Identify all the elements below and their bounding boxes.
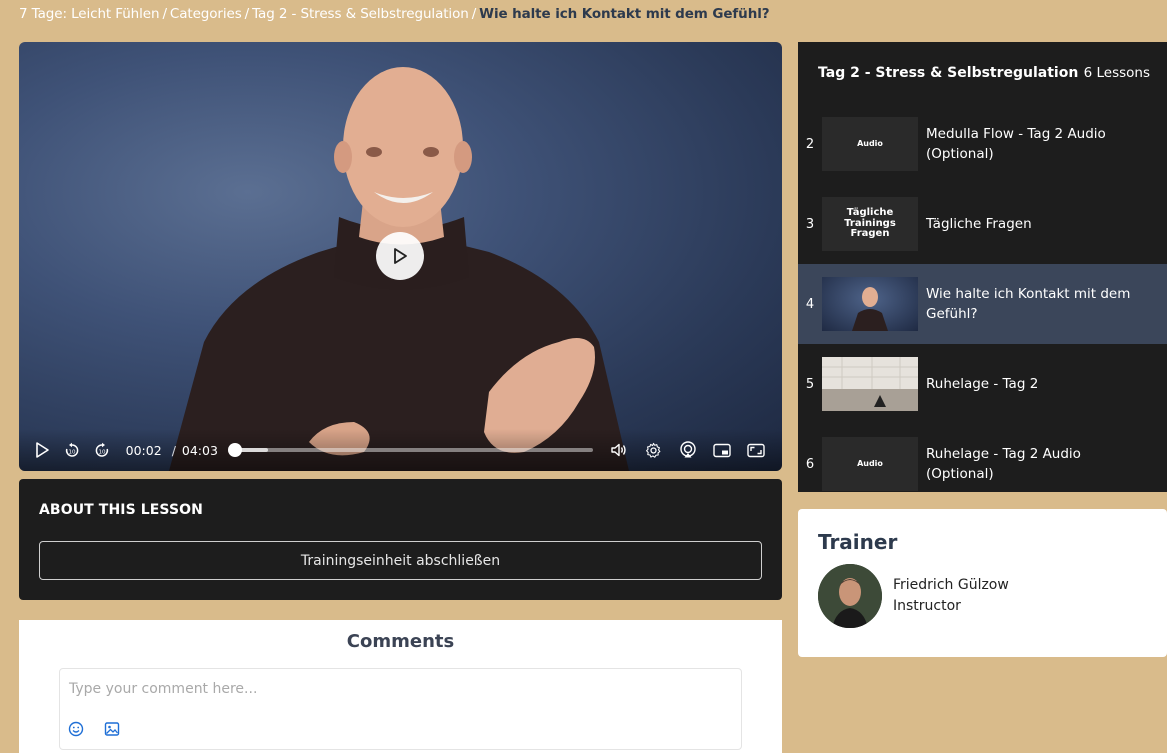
lesson-title: Tägliche Fragen [926, 216, 1032, 232]
picture-in-picture-button[interactable] [710, 437, 735, 463]
lesson-number: 3 [805, 216, 815, 232]
lesson-thumbnail: Audio [822, 117, 918, 171]
thumbnail-label: Audio [857, 138, 883, 148]
breadcrumb-item-course[interactable]: 7 Tage: Leicht Fühlen [19, 6, 160, 22]
lesson-thumbnail: Audio [822, 437, 918, 491]
trainer-role: Instructor [893, 598, 961, 614]
emoji-button[interactable] [67, 720, 85, 738]
svg-text:10: 10 [68, 450, 75, 456]
breadcrumb-separator: / [244, 6, 250, 22]
lesson-number: 6 [805, 456, 815, 472]
progress-handle[interactable] [227, 443, 242, 457]
fullscreen-icon [747, 443, 766, 457]
comment-input[interactable]: Type your comment here... [59, 668, 742, 750]
play-icon [394, 248, 407, 264]
lesson-title: Ruhelage - Tag 2 Audio (Optional) [926, 446, 1081, 482]
breadcrumb-item-chapter[interactable]: Tag 2 - Stress & Selbstregulation [252, 6, 469, 22]
comment-placeholder: Type your comment here... [69, 681, 258, 697]
play-icon [35, 442, 49, 458]
settings-button[interactable] [641, 437, 666, 463]
about-lesson-panel: ABOUT THIS LESSON Trainingseinheit absch… [19, 479, 782, 600]
trainer-photo [818, 564, 882, 628]
thumbnail-label: Tägliche Trainings Fragen [844, 207, 896, 240]
progress-bar[interactable] [227, 443, 593, 457]
lesson-number: 2 [805, 136, 815, 152]
lesson-thumbnail [822, 357, 918, 411]
airplay-icon [680, 441, 696, 458]
rewind-button[interactable]: 10 [59, 437, 84, 463]
picture-in-picture-icon [713, 443, 731, 457]
video-controls: 10 10 00:02 / 04:03 [19, 429, 782, 471]
lesson-item[interactable]: 3 Tägliche Trainings Fragen Tägliche Fra… [798, 184, 1167, 264]
lesson-thumbnail [822, 277, 918, 331]
lesson-thumbnail: Tägliche Trainings Fragen [822, 197, 918, 251]
trainer-heading: Trainer [818, 530, 898, 554]
breadcrumb-separator: / [471, 6, 477, 22]
gear-icon [646, 442, 661, 458]
lesson-title: Wie halte ich Kontakt mit dem Gefühl? [926, 286, 1131, 322]
svg-text:10: 10 [99, 450, 106, 456]
complete-lesson-button[interactable]: Trainingseinheit abschließen [39, 541, 762, 580]
fast-forward-icon: 10 [95, 442, 109, 457]
volume-button[interactable] [607, 437, 632, 463]
big-play-button[interactable] [376, 232, 424, 280]
video-player[interactable]: 10 10 00:02 / 04:03 [19, 42, 782, 471]
lesson-list-header: Tag 2 - Stress & Selbstregulation 6 Less… [798, 42, 1167, 104]
lesson-title: Ruhelage - Tag 2 [926, 376, 1039, 392]
lesson-item-active[interactable]: 4 Wie halte ich Kontakt mit dem Gefühl? [798, 264, 1167, 344]
lesson-count: 6 Lessons [1083, 65, 1150, 81]
image-icon [104, 722, 120, 736]
breadcrumb: 7 Tage: Leicht Fühlen / Categories / Tag 2 -… [19, 6, 770, 22]
image-upload-button[interactable] [103, 720, 121, 738]
lesson-item[interactable]: 5 Ruhelage - Tag 2 [798, 344, 1167, 424]
thumbnail-label: Audio [857, 458, 883, 468]
lesson-item[interactable]: 2 Audio Medulla Flow - Tag 2 Audio (Opti… [798, 104, 1167, 184]
about-lesson-title: ABOUT THIS LESSON [39, 502, 203, 518]
time-separator: / [171, 442, 176, 458]
breadcrumb-item-categories[interactable]: Categories [170, 6, 242, 22]
thumbnail-image [852, 287, 888, 331]
fast-forward-button[interactable]: 10 [89, 437, 114, 463]
rewind-icon: 10 [65, 442, 79, 457]
thumbnail-image [822, 357, 918, 411]
trainer-card: Trainer Friedrich Gülzow Instructor [798, 509, 1167, 657]
emoji-icon [68, 721, 84, 737]
breadcrumb-current: Wie halte ich Kontakt mit dem Gefühl? [479, 6, 770, 22]
lesson-list-title: Tag 2 - Stress & Selbstregulation [818, 65, 1079, 81]
lesson-item[interactable]: 6 Audio Ruhelage - Tag 2 Audio (Optional… [798, 424, 1167, 504]
lesson-list-panel: Tag 2 - Stress & Selbstregulation 6 Less… [798, 42, 1167, 492]
lesson-number: 5 [805, 376, 815, 392]
volume-icon [611, 443, 627, 457]
comments-section: Comments Type your comment here... [19, 620, 782, 753]
play-button[interactable] [29, 437, 54, 463]
fullscreen-button[interactable] [744, 437, 769, 463]
airplay-button[interactable] [675, 437, 700, 463]
avatar [818, 564, 882, 628]
lesson-title: Medulla Flow - Tag 2 Audio (Optional) [926, 126, 1106, 162]
duration: 04:03 [181, 442, 218, 458]
lesson-number: 4 [805, 296, 815, 312]
breadcrumb-separator: / [162, 6, 167, 22]
trainer-name: Friedrich Gülzow [893, 577, 1009, 593]
current-time: 00:02 [125, 442, 162, 458]
comments-title: Comments [346, 631, 455, 652]
